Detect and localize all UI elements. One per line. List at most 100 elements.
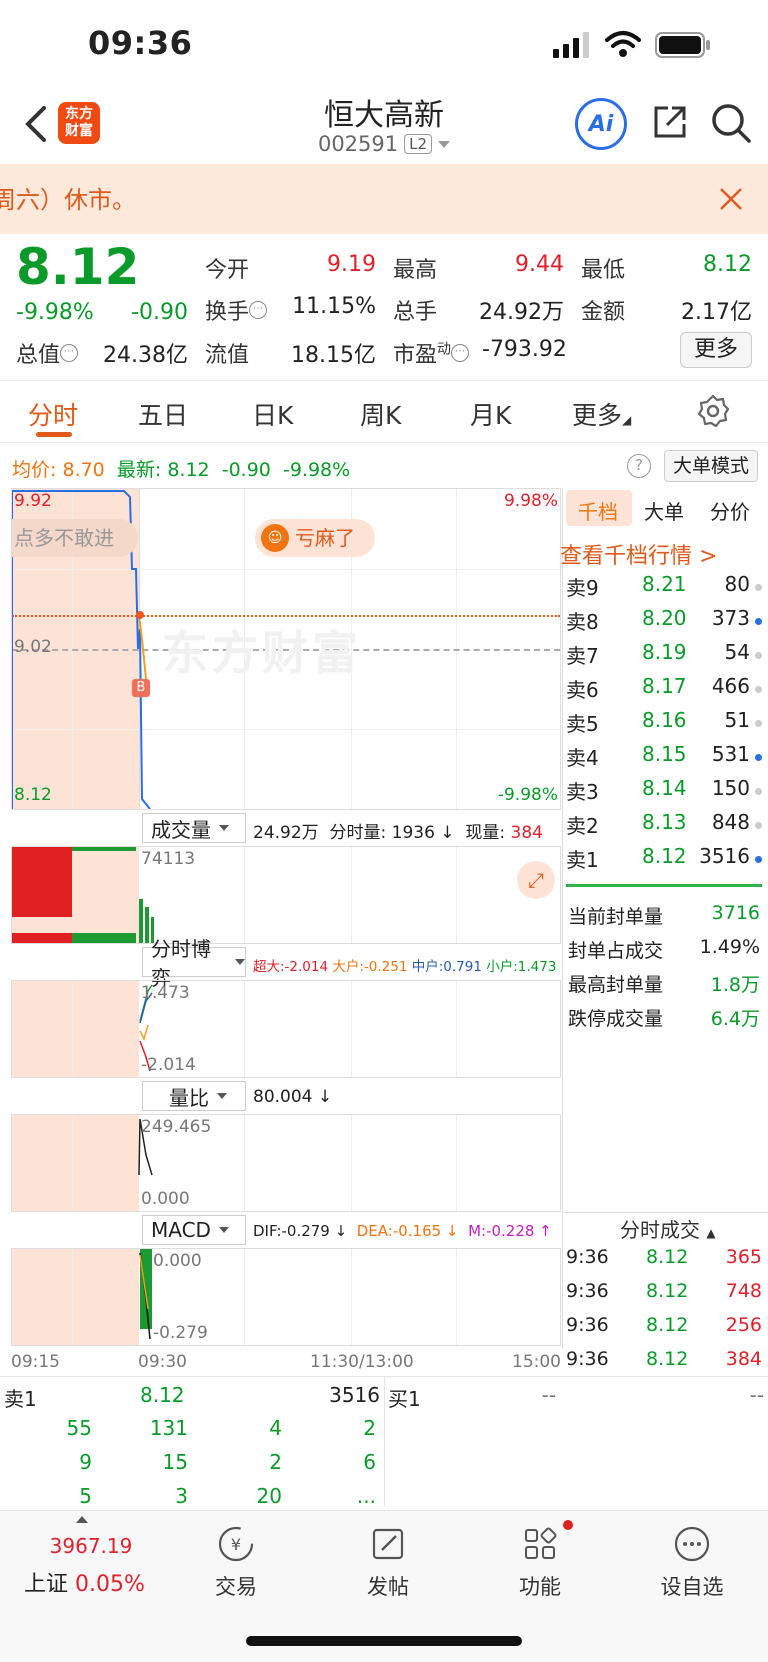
nav-trade[interactable]: ¥ 交易 (186, 1524, 286, 1601)
svg-text:¥: ¥ (231, 1535, 241, 1554)
tab-price-distribution[interactable]: 分价 (710, 496, 750, 525)
expand-icon[interactable]: ⤢ (517, 861, 555, 899)
nav-post[interactable]: 发帖 (338, 1524, 438, 1601)
macd-chart[interactable]: 0.000 -0.279 (11, 1248, 561, 1346)
share-icon[interactable] (650, 102, 690, 142)
tick-volume: 748 (725, 1280, 762, 1302)
volume-summary: 24.92万 分时量: 1936 ↓ 现量: 384 (253, 823, 543, 843)
comment-bubble[interactable]: 点多不敢进 (12, 519, 138, 557)
tick-volume: 384 (725, 1348, 762, 1370)
queue-order-cell: 4 (269, 1416, 282, 1440)
big-order-mode-button[interactable]: 大单模式 (664, 450, 758, 482)
ask-level-row[interactable]: 卖8 8.20 373 (566, 606, 762, 638)
y-axis-pct-low: -9.98% (497, 785, 558, 805)
stat-value: 6.4万 (710, 1008, 760, 1030)
back-chevron-icon[interactable] (22, 104, 52, 144)
tab-thousand-level[interactable]: 千档 (578, 496, 618, 525)
ask-volume: 848 (711, 810, 750, 834)
ai-button[interactable]: Ai (575, 98, 627, 150)
ask-label: 卖5 (566, 712, 599, 736)
index-value[interactable]: 3967.19 (36, 1534, 146, 1558)
stock-code-selector[interactable]: 002591 L2 (296, 132, 472, 156)
volume-ratio-select[interactable]: 量比 (142, 1081, 246, 1111)
sell1-label: 卖1 (4, 1387, 37, 1411)
x-tick-1500: 15:00 (512, 1352, 561, 1372)
stock-name: 恒大高新 (324, 98, 444, 133)
battery-icon (655, 32, 710, 58)
dropdown-caret-icon (235, 959, 245, 965)
order-dot-icon (755, 686, 762, 693)
boyi-axis-bottom: -2.014 (141, 1055, 196, 1075)
boyi-indicator-select[interactable]: 分时博弈 (142, 937, 246, 990)
help-icon[interactable]: ? (627, 454, 651, 478)
close-icon[interactable] (718, 186, 744, 212)
boyi-axis-top: 1.473 (141, 983, 190, 1003)
tab-daily-k[interactable]: 日K (252, 396, 293, 432)
ask-price: 8.14 (642, 776, 687, 800)
tick-time: 9:36 (566, 1246, 609, 1268)
quote-label-total-value: 总值 ⋯ (16, 337, 79, 369)
order-dot-icon (755, 652, 762, 659)
ask-label: 卖6 (566, 678, 599, 702)
divider (0, 380, 768, 381)
tab-active-indicator (36, 432, 72, 437)
ask-level-row[interactable]: 卖7 8.19 54 (566, 640, 762, 672)
ask-level-row[interactable]: 卖6 8.17 466 (566, 674, 762, 706)
volume-ratio-value: 80.004 ↓ (253, 1087, 333, 1107)
tick-price: 8.12 (646, 1280, 689, 1302)
queue-order-cell: 6 (363, 1450, 376, 1474)
dropdown-caret-icon (217, 1093, 227, 1099)
ask-level-row[interactable]: 卖3 8.14 150 (566, 776, 762, 808)
quote-value-amount: 2.17亿 (681, 300, 752, 325)
market-notice-text: 周六）休市。 (0, 186, 136, 214)
buy-marker[interactable]: B (132, 679, 150, 697)
tab-intraday[interactable]: 分时 (28, 396, 78, 432)
queue-order-cell: 9 (79, 1450, 92, 1474)
tick-price: 8.12 (646, 1348, 689, 1370)
stat-value: 3716 (711, 902, 760, 924)
ask-volume: 466 (711, 674, 750, 698)
volume-ratio-axis-top: 249.465 (141, 1117, 212, 1137)
tick-trades-title[interactable]: 分时成交 ▲ (620, 1214, 716, 1243)
view-thousand-level-link[interactable]: 查看千档行情 > (560, 538, 766, 570)
ask-level-row[interactable]: 卖9 8.21 80 (566, 572, 762, 604)
tick-volume: 256 (725, 1314, 762, 1336)
macd-indicator-select[interactable]: MACD (142, 1215, 246, 1245)
tab-five-day[interactable]: 五日 (138, 396, 188, 432)
tab-more[interactable]: 更多◢ (572, 396, 631, 432)
gear-icon[interactable] (696, 394, 730, 428)
avg-price-line: 均价: 8.70 最新: 8.12 -0.90 -9.98% (12, 459, 351, 481)
ask-level-row[interactable]: 卖1 8.12 3516 (566, 844, 762, 876)
tab-big-orders[interactable]: 大单 (644, 496, 684, 525)
quote-value-low: 8.12 (703, 252, 752, 277)
orderbook-divider (566, 884, 762, 887)
queue-order-cell: 15 (162, 1450, 188, 1474)
ask-volume: 54 (724, 640, 750, 664)
ask-level-row[interactable]: 卖4 8.15 531 (566, 742, 762, 774)
home-indicator (246, 1636, 522, 1646)
boyi-chart[interactable]: 1.473 -2.014 (11, 980, 561, 1078)
ask-level-row[interactable]: 卖2 8.13 848 (566, 810, 762, 842)
more-quote-button[interactable]: 更多 (680, 332, 752, 368)
nav-watchlist[interactable]: 设自选 (642, 1524, 742, 1601)
dropdown-caret-icon (438, 140, 451, 148)
up-arrow-icon (76, 1516, 88, 1523)
comment-bubble-mood[interactable]: ☺ 亏麻了 (255, 519, 375, 557)
y-axis-mid: 9.02 (14, 637, 52, 657)
tab-monthly-k[interactable]: 月K (470, 396, 511, 432)
volume-chart[interactable]: 74113 ⤢ (11, 846, 561, 944)
tick-time: 9:36 (566, 1348, 609, 1370)
nav-functions[interactable]: 功能 (490, 1524, 590, 1601)
volume-indicator-select[interactable]: 成交量 (142, 813, 246, 843)
ask-volume: 80 (724, 572, 750, 596)
ask-price: 8.12 (642, 844, 687, 868)
volume-ratio-chart[interactable]: 249.465 0.000 (11, 1114, 561, 1212)
search-icon[interactable] (710, 102, 752, 144)
ask-label: 卖1 (566, 848, 599, 872)
quote-value-turnover: 11.15% (292, 294, 376, 319)
tab-weekly-k[interactable]: 周K (360, 396, 401, 432)
ask-level-row[interactable]: 卖5 8.16 51 (566, 708, 762, 740)
price-chart[interactable]: 东方财富 9.92 9.02 8.12 9.98% -9.98% 点多不敢进 ☺… (11, 488, 561, 810)
index-ticker[interactable]: 上证 0.05% (24, 1566, 145, 1598)
y-axis-high: 9.92 (14, 491, 52, 511)
